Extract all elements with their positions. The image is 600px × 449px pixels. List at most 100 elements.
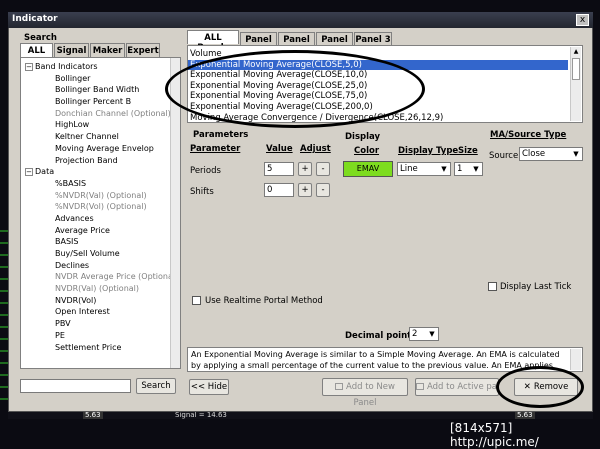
list-scrollbar[interactable]: ▲ [570,47,581,121]
chart-value-right: 5.63 [515,411,535,419]
size-select[interactable]: 1 ▼ [454,162,483,176]
tree-item-label: Keltner Channel [55,132,119,142]
tree-item-label: %BASIS [55,178,87,188]
scroll-thumb[interactable] [572,58,580,80]
shifts-minus-button[interactable]: - [316,183,330,197]
shifts-input[interactable]: 0 [264,183,294,197]
tree-group[interactable]: − Data [21,166,180,178]
tree-item-label: Donchian Channel (Optional) [55,108,171,118]
close-icon[interactable]: x [576,14,589,26]
chevron-down-icon: ▼ [573,150,579,158]
search-button[interactable]: Search [136,378,176,394]
tab-expert[interactable]: Expert [126,43,160,57]
col-parameter: Parameter [190,144,241,154]
chevron-down-icon: ▼ [441,165,447,173]
display-last-tick-label: Display Last Tick [500,282,572,292]
tree-item[interactable]: HighLow [21,119,180,131]
col-adjust: Adjust [300,144,331,154]
collapse-icon[interactable]: − [25,167,33,176]
source1-select[interactable]: Close ▼ [519,147,583,161]
tree-item-label: Average Price [55,225,110,235]
tab-all[interactable]: ALL [20,43,53,57]
col-value: Value [266,144,293,154]
tree-item-label: Advances [55,213,94,223]
tab-maker[interactable]: Maker [90,43,125,57]
remove-highlight-ellipse [496,366,584,408]
periods-plus-button[interactable]: + [298,162,312,176]
tree-item-label: Bollinger Band Width [55,85,140,95]
tree-item-label: %NVDR(Val) (Optional) [55,190,147,200]
parameters-section-title: Parameters [193,130,249,140]
window-title: Indicator [8,12,593,28]
tree-item[interactable]: NVDR(Vol) [21,295,180,307]
tab-all-panels[interactable]: ALL Panels [187,30,239,53]
tree-item-label: Declines [55,260,90,270]
tree-item[interactable]: Projection Band [21,155,180,167]
decimal-point-select[interactable]: 2 ▼ [409,327,439,341]
tree-item[interactable]: %BASIS [21,178,180,190]
watermark: [814x571] http://upic.me/ [450,421,539,449]
tab-panel-2[interactable]: Panel 2 [316,32,353,55]
realtime-label: Use Realtime Portal Method [205,296,323,306]
tab-signal[interactable]: Signal [54,43,89,57]
tree-item-label: Bollinger [55,73,91,83]
tree-item[interactable]: Advances [21,213,180,225]
collapse-icon[interactable]: − [25,62,33,71]
param-periods-label: Periods [190,166,221,176]
tree-item[interactable]: Bollinger Band Width [21,84,180,96]
tree-item[interactable]: NVDR Average Price (Optional) [21,271,180,283]
tree-item[interactable]: %NVDR(Vol) (Optional) [21,201,180,213]
tree-group[interactable]: − Band Indicators [21,61,180,73]
tree-item[interactable]: Average Price [21,225,180,237]
tree-item-label: Buy/Sell Volume [55,249,120,258]
chart-value-left: 5.63 [83,411,103,419]
tree-item-label: Projection Band [55,155,118,165]
realtime-checkbox[interactable] [192,296,201,305]
tree-item[interactable]: Open Interest [21,306,180,318]
add-to-active-panel-button[interactable]: Add to Active panel [415,378,499,396]
display-type-select[interactable]: Line ▼ [397,162,451,176]
display-section-title: Display [345,132,381,142]
periods-input[interactable]: 5 [264,162,294,176]
tree-item[interactable]: Settlement Price [21,342,180,354]
tree-item-label: Open Interest [55,307,110,317]
tab-panel-0[interactable]: Panel 0 [240,32,277,55]
periods-minus-button[interactable]: - [316,162,330,176]
color-swatch-button[interactable]: EMAV [343,161,393,177]
tree-item[interactable]: NVDR(Val) (Optional) [21,283,180,295]
display-last-tick-checkbox[interactable] [488,282,497,291]
search-input[interactable] [20,379,131,393]
tree-item-label: %NVDR(Vol) (Optional) [55,202,147,212]
tab-panel-1[interactable]: Panel 1 [278,32,315,55]
tree-item[interactable]: %NVDR(Val) (Optional) [21,190,180,202]
tree-item[interactable]: Keltner Channel [21,131,180,143]
add-panel-icon [335,383,344,390]
indicator-tree: − Band Indicators Bollinger Bollinger Band … [20,57,181,369]
scroll-up-icon[interactable]: ▲ [571,47,581,56]
chevron-down-icon: ▼ [473,165,479,173]
chart-tick-strip [0,230,8,410]
tab-panel-3[interactable]: Panel 3 [354,32,392,45]
tree-item[interactable]: Donchian Channel (Optional) [21,108,180,120]
tree-item[interactable]: Buy/Sell Volume [21,248,180,260]
ma-source-section-title: MA/Source Type [490,130,567,140]
search-panel-header: Search [24,33,57,43]
add-to-new-panel-button[interactable]: Add to New Panel [322,378,408,408]
decimal-point-label: Decimal point [345,331,412,341]
description-scrollbar[interactable] [570,349,581,370]
hide-button[interactable]: << Hide [189,379,229,395]
tree-item[interactable]: Moving Average Envelop [21,143,180,155]
tree-item[interactable]: Declines [21,260,180,272]
description-text: An Exponential Moving Average is similar… [191,350,560,370]
tree-item-label: Moving Average Envelop [55,143,154,153]
param-shifts-label: Shifts [190,187,214,197]
tree-item[interactable]: Bollinger Percent B [21,96,180,108]
tree-item[interactable]: Bollinger [21,73,180,85]
tree-item[interactable]: BASIS [21,236,180,248]
tree-item[interactable]: PE [21,330,180,342]
tree-item-label: BASIS [55,237,79,247]
shifts-plus-button[interactable]: + [298,183,312,197]
tree-item[interactable]: PBV [21,318,180,330]
tree-item-label: PBV [55,319,71,329]
col-size: Size [458,146,478,156]
